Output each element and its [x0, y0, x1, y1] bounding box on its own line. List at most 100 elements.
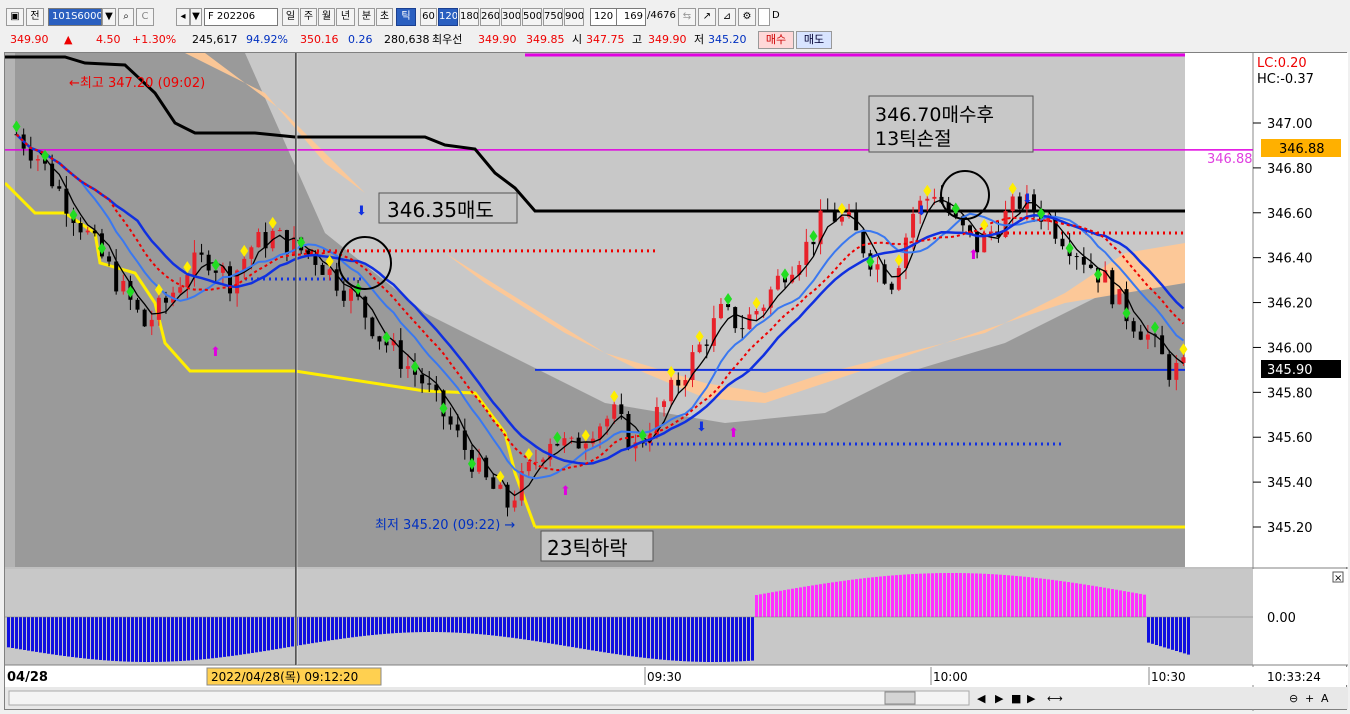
bar-count-field[interactable]: 169: [616, 8, 646, 26]
osc-bar: [463, 617, 466, 634]
volume: 245,617: [192, 33, 238, 46]
osc-bar: [103, 617, 106, 661]
osc-bar: [195, 617, 198, 660]
osc-bar: [1051, 579, 1054, 617]
callout-sell-text: 346.35매도: [387, 198, 494, 222]
osc-bar: [187, 617, 190, 661]
osc-bar: [703, 617, 706, 662]
tick-180[interactable]: 180: [459, 8, 479, 26]
contract-dropdown-icon[interactable]: ▼: [190, 8, 202, 26]
osc-bar: [607, 617, 610, 653]
osc-bar: [1059, 580, 1062, 617]
osc-bar: [547, 617, 550, 644]
clear-button[interactable]: C: [136, 8, 154, 26]
osc-bar: [455, 617, 458, 633]
tick-300[interactable]: 300: [501, 8, 521, 26]
osc-bar: [527, 617, 530, 641]
candle-body: [135, 299, 140, 310]
osc-bar: [479, 617, 482, 635]
period-second[interactable]: 초: [376, 8, 393, 26]
osc-bar: [999, 574, 1002, 617]
osc-bar: [119, 617, 122, 662]
candle-body: [875, 264, 880, 270]
osc-bar: [1163, 617, 1166, 648]
candle-body: [35, 159, 40, 161]
osc-bar: [543, 617, 546, 643]
speaker-icon[interactable]: ◂: [176, 8, 190, 26]
candle-body: [163, 297, 168, 303]
time-start-date: 04/28: [7, 670, 48, 685]
osc-bar: [859, 578, 862, 617]
period-day[interactable]: 일: [282, 8, 299, 26]
osc-bar: [171, 617, 174, 662]
osc-bar: [1183, 617, 1186, 654]
tick-60[interactable]: 60: [420, 8, 437, 26]
candle-body: [114, 261, 119, 292]
osc-bar: [807, 586, 810, 617]
period-month[interactable]: 월: [318, 8, 335, 26]
symbol-code-field[interactable]: 101S6000: [48, 8, 102, 26]
osc-bar: [475, 617, 478, 634]
draw-tool-icon[interactable]: ↗: [698, 8, 716, 26]
scrollbar-thumb: [884, 691, 916, 705]
osc-bar: [459, 617, 462, 633]
osc-bar: [315, 617, 318, 643]
tick-500[interactable]: 500: [522, 8, 542, 26]
candle-body: [455, 424, 460, 431]
osc-bar: [595, 617, 598, 652]
osc-bar: [451, 617, 454, 633]
open-value: 347.75: [586, 33, 625, 46]
indicator-icon[interactable]: ⊿: [718, 8, 736, 26]
osc-bar: [991, 574, 994, 617]
scrollbar-track: [8, 690, 970, 706]
candle-body: [121, 280, 126, 292]
mode-button[interactable]: 전: [26, 8, 44, 26]
osc-bar: [303, 617, 306, 645]
osc-bar: [167, 617, 170, 662]
osc-bar: [627, 617, 630, 656]
osc-bar: [759, 594, 762, 617]
chart-panel[interactable]: ⬆ ⬇ ⬆ ⬇ ⬆ ⬇ ⬆ ⬇ 347.00 346.80 346.60 346.40 346.20 3…: [3, 52, 1348, 711]
candle-body: [555, 443, 560, 446]
osc-bar: [495, 617, 498, 636]
settings-icon[interactable]: ⚙: [738, 8, 756, 26]
compare-icon[interactable]: ⇆: [678, 8, 696, 26]
period-tick[interactable]: 틱: [396, 8, 416, 26]
osc-bar: [615, 617, 618, 655]
change-value: 4.50: [96, 33, 121, 46]
candle-body: [398, 340, 403, 369]
osc-bar: [647, 617, 650, 659]
tick-750[interactable]: 750: [543, 8, 563, 26]
period-year[interactable]: 년: [336, 8, 355, 26]
osc-bar: [307, 617, 310, 644]
candle-body: [213, 270, 218, 273]
osc-bar: [1091, 585, 1094, 617]
period-week[interactable]: 주: [300, 8, 317, 26]
osc-bar: [567, 617, 570, 647]
buy-button[interactable]: 매수: [758, 31, 794, 49]
search-icon[interactable]: ⌕: [118, 8, 134, 26]
osc-bar: [643, 617, 646, 658]
period-minute[interactable]: 분: [358, 8, 375, 26]
field-a: 350.16: [300, 33, 339, 46]
symbol-dropdown-icon[interactable]: ▼: [102, 8, 116, 26]
osc-bar: [111, 617, 114, 661]
contract-field[interactable]: F 202206: [204, 8, 278, 26]
osc-bar: [575, 617, 578, 648]
candle-body: [192, 252, 197, 276]
tick-120[interactable]: 120: [438, 8, 458, 26]
osc-bar: [1011, 575, 1014, 617]
osc-bar: [931, 573, 934, 617]
price-chart[interactable]: ⬆ ⬇ ⬆ ⬇ ⬆ ⬇ ⬆ ⬇ 347.00 346.80 346.60 346.40 346.20 3…: [3, 53, 1348, 711]
window-menu-icon[interactable]: ▣: [6, 8, 24, 26]
tick-900[interactable]: 900: [564, 8, 584, 26]
sell-button[interactable]: 매도: [796, 31, 832, 49]
osc-bar: [875, 576, 878, 617]
option-checkbox[interactable]: [758, 8, 770, 26]
osc-bar: [871, 577, 874, 617]
tick-select[interactable]: 120: [590, 8, 618, 26]
tick-260[interactable]: 260: [480, 8, 500, 26]
candle-body: [526, 461, 531, 472]
osc-bar: [351, 617, 354, 638]
osc-bar: [331, 617, 334, 641]
